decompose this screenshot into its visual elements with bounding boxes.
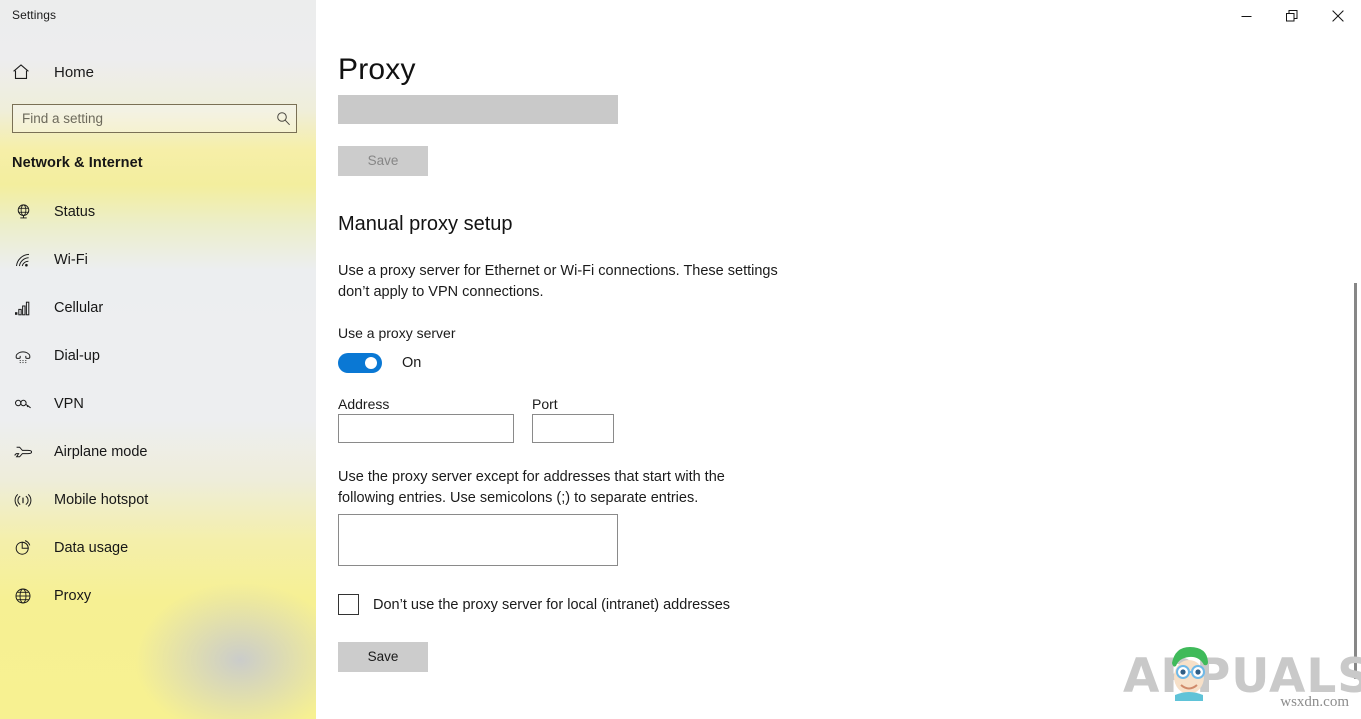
pie-chart-icon: [12, 537, 34, 559]
address-input[interactable]: [338, 414, 514, 443]
sidebar-item-cellular[interactable]: Cellular: [0, 292, 316, 323]
scrollbar-thumb[interactable]: [1354, 283, 1357, 679]
cellular-bars-icon: [12, 297, 34, 319]
bypass-local-row: Don’t use the proxy server for local (in…: [338, 594, 730, 615]
sidebar-item-label: Data usage: [54, 540, 128, 556]
home-icon: [12, 63, 34, 81]
close-button[interactable]: [1315, 0, 1361, 32]
toggle-state-label: On: [402, 355, 421, 371]
page-title: Proxy: [338, 53, 416, 87]
toggle-knob: [365, 357, 377, 369]
manual-proxy-setup-heading: Manual proxy setup: [338, 213, 513, 236]
restore-icon: [1286, 10, 1298, 22]
wifi-icon: [12, 249, 34, 271]
title-bar: Settings: [0, 0, 1361, 32]
vpn-key-icon: [12, 393, 34, 415]
save-manual-proxy-button[interactable]: Save: [338, 642, 428, 672]
airplane-icon: [12, 441, 34, 463]
sidebar-item-label: Status: [54, 204, 95, 220]
window-title: Settings: [12, 8, 56, 22]
bypass-local-label: Don’t use the proxy server for local (in…: [373, 597, 730, 613]
restore-button[interactable]: [1269, 0, 1315, 32]
window-controls: [1223, 0, 1361, 32]
sidebar-item-wifi[interactable]: Wi-Fi: [0, 244, 316, 275]
globe-proxy-icon: [12, 585, 34, 607]
bypass-local-checkbox[interactable]: [338, 594, 359, 615]
sidebar-item-label: Dial-up: [54, 348, 100, 364]
main-content: Proxy Save Manual proxy setup Use a prox…: [316, 0, 1361, 719]
exceptions-input[interactable]: [338, 514, 618, 566]
search-box[interactable]: [12, 104, 297, 133]
sidebar-item-data-usage[interactable]: Data usage: [0, 532, 316, 563]
sidebar-item-label: Proxy: [54, 588, 91, 604]
search-input[interactable]: [13, 111, 270, 126]
sidebar-nav-list: Status Wi-Fi: [0, 196, 316, 628]
sidebar-item-dialup[interactable]: Dial-up: [0, 340, 316, 371]
sidebar-item-label: Cellular: [54, 300, 103, 316]
sidebar-item-label: Wi-Fi: [54, 252, 88, 268]
sidebar-item-label: VPN: [54, 396, 84, 412]
save-script-button[interactable]: Save: [338, 146, 428, 176]
sidebar-item-label: Mobile hotspot: [54, 492, 148, 508]
manual-proxy-description: Use a proxy server for Ethernet or Wi-Fi…: [338, 261, 798, 302]
sidebar-item-label: Airplane mode: [54, 444, 148, 460]
sidebar-item-status[interactable]: Status: [0, 196, 316, 227]
sidebar-item-airplane-mode[interactable]: Airplane mode: [0, 436, 316, 467]
sidebar-item-home[interactable]: Home: [0, 56, 300, 88]
sidebar-category-title: Network & Internet: [12, 155, 143, 171]
exceptions-description: Use the proxy server except for addresse…: [338, 467, 758, 508]
search-icon[interactable]: [270, 111, 296, 126]
sidebar-home-label: Home: [54, 64, 94, 81]
sidebar: Home Network & Internet: [0, 0, 316, 719]
script-address-field: [338, 95, 618, 124]
use-proxy-toggle-row: On: [338, 353, 421, 373]
port-label: Port: [532, 396, 558, 412]
globe-status-icon: [12, 201, 34, 223]
sidebar-item-mobile-hotspot[interactable]: Mobile hotspot: [0, 484, 316, 515]
sidebar-item-proxy[interactable]: Proxy: [0, 580, 316, 611]
minimize-icon: [1241, 11, 1252, 22]
dialup-phone-icon: [12, 345, 34, 367]
use-proxy-server-label: Use a proxy server: [338, 325, 455, 341]
minimize-button[interactable]: [1223, 0, 1269, 32]
hotspot-icon: [12, 489, 34, 511]
address-label: Address: [338, 396, 389, 412]
port-input[interactable]: [532, 414, 614, 443]
use-proxy-server-toggle[interactable]: [338, 353, 382, 373]
settings-window: Settings: [0, 0, 1361, 719]
close-icon: [1332, 10, 1344, 22]
sidebar-item-vpn[interactable]: VPN: [0, 388, 316, 419]
